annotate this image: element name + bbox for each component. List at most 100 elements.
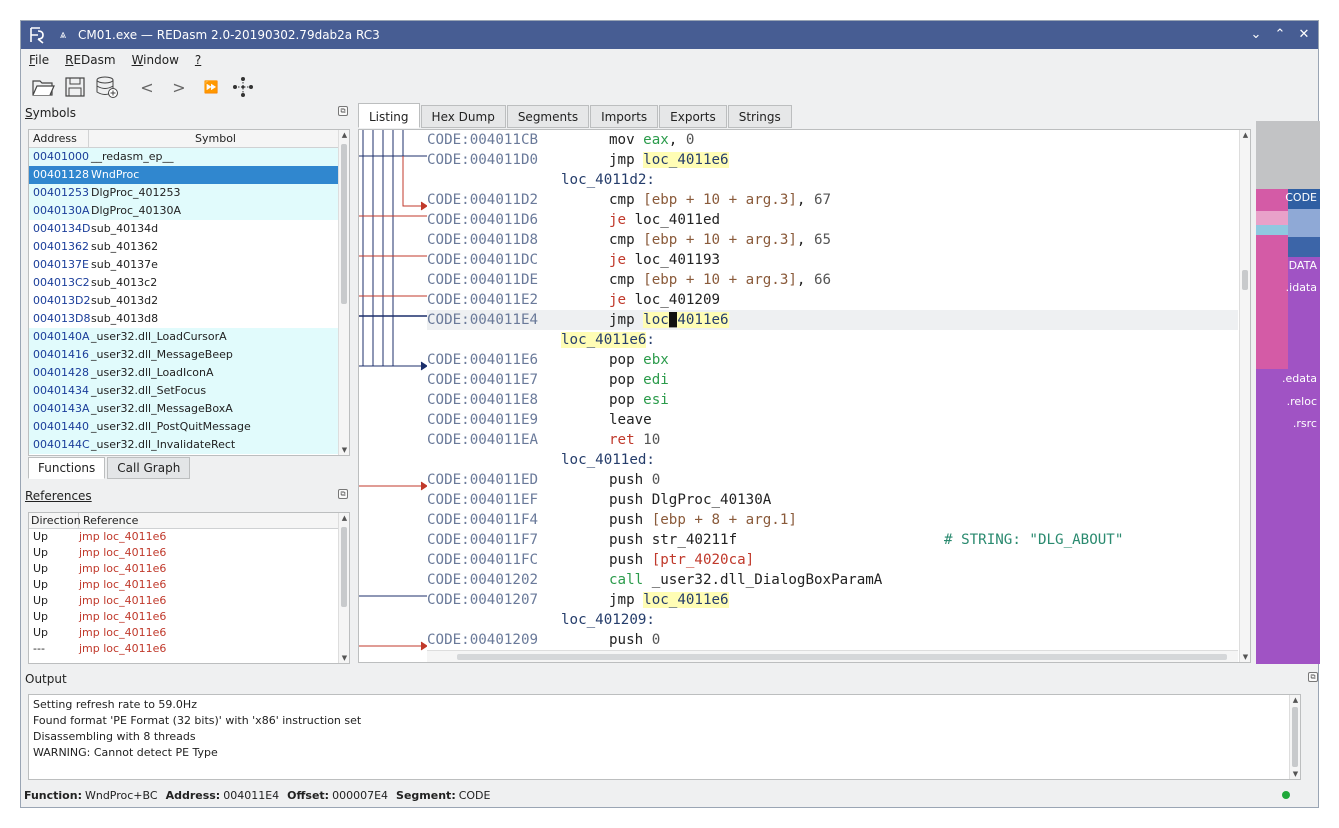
goto-button[interactable]: ⏩ [197,73,225,101]
symbol-row[interactable]: 0040134D sub_40134d [29,220,339,238]
scroll-down-arrow[interactable]: ▼ [339,445,349,455]
symbols-float-icon[interactable]: ⧉ [338,106,348,116]
code-line[interactable]: CODE:004011E2 je loc_401209 [427,290,1238,310]
menu-file[interactable]: File [21,53,57,67]
code-line[interactable]: CODE:004011D2 cmp [ebp + 10 + arg.3], 67 [427,190,1238,210]
listing-vertical-scrollbar[interactable]: ▲ ▼ [1239,130,1250,662]
scroll-thumb[interactable] [1292,707,1298,767]
menu-redasm[interactable]: REDasm [57,53,123,67]
tab-functions[interactable]: Functions [28,457,106,479]
column-direction[interactable]: Direction [29,513,81,528]
symbol-row[interactable]: 0040140A _user32.dll_LoadCursorA [29,328,339,346]
reference-row[interactable]: Up jmp loc_4011e6 [29,561,339,577]
jump-target[interactable]: loc_401193 [635,252,720,268]
scroll-thumb[interactable] [1242,270,1248,290]
symbol-row[interactable]: 004013D8 sub_4013d8 [29,310,339,328]
output-float-icon[interactable]: ⧉ [1308,672,1318,682]
code-line[interactable]: CODE:004011DC je loc_401193 [427,250,1238,270]
column-symbol[interactable]: Symbol [89,130,339,147]
operand[interactable]: _user32.dll_DialogBoxParamA [652,572,883,588]
tab-strings[interactable]: Strings [727,105,792,128]
code-line[interactable]: CODE:004011ED push 0 [427,470,1238,490]
menu-help[interactable]: ? [187,53,209,67]
open-folder-icon[interactable] [29,73,57,101]
code-label[interactable]: loc_4011e6: [427,330,1238,350]
references-float-icon[interactable]: ⧉ [338,489,348,499]
column-address[interactable]: Address [29,130,89,147]
symbol-row[interactable]: 0040144C _user32.dll_InvalidateRect [29,436,339,454]
title-bar[interactable]: ⩓ CM01.exe — REDasm 2.0-20190302.79dab2a… [21,21,1318,49]
symbols-scrollbar[interactable]: ▲ ▼ [338,130,349,455]
symbol-row[interactable]: 00401434 _user32.dll_SetFocus [29,382,339,400]
operand[interactable]: str_40211f [652,532,737,548]
scroll-down-arrow[interactable]: ▼ [1290,769,1301,779]
code-line[interactable]: CODE:004011E7 pop edi [427,370,1238,390]
scroll-thumb[interactable] [341,144,347,304]
operand[interactable]: [ptr_4020ca] [652,552,755,568]
jump-target[interactable]: loc_4011ed [635,212,720,228]
code-line[interactable]: CODE:00401207 jmp loc_4011e6 [427,590,1238,610]
scroll-up-arrow[interactable]: ▲ [1240,130,1250,140]
disassembly-listing[interactable]: CODE:004011CB mov eax, 0 CODE:004011D0 jmp… [358,129,1251,663]
output-log[interactable]: Setting refresh rate to 59.0Hz Found for… [28,694,1301,780]
symbol-row[interactable]: 00401128 WndProc [29,166,339,184]
back-button[interactable]: < [133,73,161,101]
code-line[interactable]: CODE:004011D8 cmp [ebp + 10 + arg.3], 65 [427,230,1238,250]
code-label[interactable]: loc_401209: [427,610,1238,630]
scroll-down-arrow[interactable]: ▼ [1240,652,1250,662]
jump-target[interactable]: loc_4011e6 [643,312,729,328]
symbol-row[interactable]: 00401428 _user32.dll_LoadIconA [29,364,339,382]
code-line[interactable]: CODE:004011CB mov eax, 0 [427,130,1238,150]
scroll-up-arrow[interactable]: ▲ [1290,695,1301,705]
output-scrollbar[interactable]: ▲ ▼ [1289,695,1300,779]
reference-row[interactable]: Up jmp loc_4011e6 [29,529,339,545]
code-line[interactable]: CODE:004011EA ret 10 [427,430,1238,450]
jump-target[interactable]: loc_401209 [635,292,720,308]
tab-hex-dump[interactable]: Hex Dump [420,105,506,128]
code-line[interactable]: CODE:004011D0 jmp loc_4011e6 [427,150,1238,170]
code-line[interactable]: CODE:004011F7 push str_40211f # STRING: "D… [427,530,1238,550]
code-label[interactable]: loc_4011d2: [427,170,1238,190]
jump-target[interactable]: loc_4011e6 [643,152,729,168]
symbol-row[interactable]: 0040143A _user32.dll_MessageBoxA [29,400,339,418]
scroll-thumb[interactable] [341,527,347,607]
symbol-row[interactable]: 004013C2 sub_4013c2 [29,274,339,292]
symbol-row[interactable]: 00401253 DlgProc_401253 [29,184,339,202]
reference-row[interactable]: Up jmp loc_4011e6 [29,545,339,561]
code-line[interactable]: CODE:004011E9 leave [427,410,1238,430]
tab-listing[interactable]: Listing [358,103,420,128]
segment-map[interactable]: CODE DATA .idata .edata .reloc .rsrc [1256,121,1320,664]
code-line[interactable]: CODE:004011E8 pop esi [427,390,1238,410]
reference-row[interactable]: Up jmp loc_4011e6 [29,625,339,641]
symbol-row[interactable]: 0040130A DlgProc_40130A [29,202,339,220]
symbol-row[interactable]: 00401362 sub_401362 [29,238,339,256]
code-line[interactable]: CODE:004011F4 push [ebp + 8 + arg.1] [427,510,1238,530]
menu-window[interactable]: Window [124,53,187,67]
tab-call-graph[interactable]: Call Graph [107,457,191,479]
symbol-row[interactable]: 00401000 __redasm_ep__ [29,148,339,166]
scroll-down-arrow[interactable]: ▼ [339,653,349,663]
forward-button[interactable]: > [165,73,193,101]
reference-row[interactable]: Up jmp loc_4011e6 [29,577,339,593]
save-icon[interactable] [61,73,89,101]
code-line[interactable]: CODE:004011E6 pop ebx [427,350,1238,370]
reference-row[interactable]: Up jmp loc_4011e6 [29,593,339,609]
minimize-button[interactable]: ⌄ [1248,26,1264,44]
column-reference[interactable]: Reference [79,513,339,528]
close-button[interactable]: ✕ [1296,26,1312,44]
graph-view-icon[interactable] [229,73,257,101]
maximize-button[interactable]: ⌃ [1272,26,1288,44]
tab-segments[interactable]: Segments [506,105,590,128]
scroll-thumb[interactable] [457,654,1227,660]
database-add-icon[interactable] [93,73,121,101]
reference-row[interactable]: Up jmp loc_4011e6 [29,609,339,625]
jump-target[interactable]: loc_4011e6 [643,592,729,608]
tab-exports[interactable]: Exports [659,105,727,128]
code-line[interactable]: CODE:004011EF push DlgProc_40130A [427,490,1238,510]
scroll-up-arrow[interactable]: ▲ [339,513,349,523]
code-label[interactable]: loc_4011ed: [427,450,1238,470]
code-line[interactable]: CODE:004011DE cmp [ebp + 10 + arg.3], 66 [427,270,1238,290]
current-code-line[interactable]: CODE:004011E4 jmp loc_4011e6 [427,310,1238,330]
symbol-row[interactable]: 004013D2 sub_4013d2 [29,292,339,310]
symbol-row[interactable]: 00401440 _user32.dll_PostQuitMessage [29,418,339,436]
